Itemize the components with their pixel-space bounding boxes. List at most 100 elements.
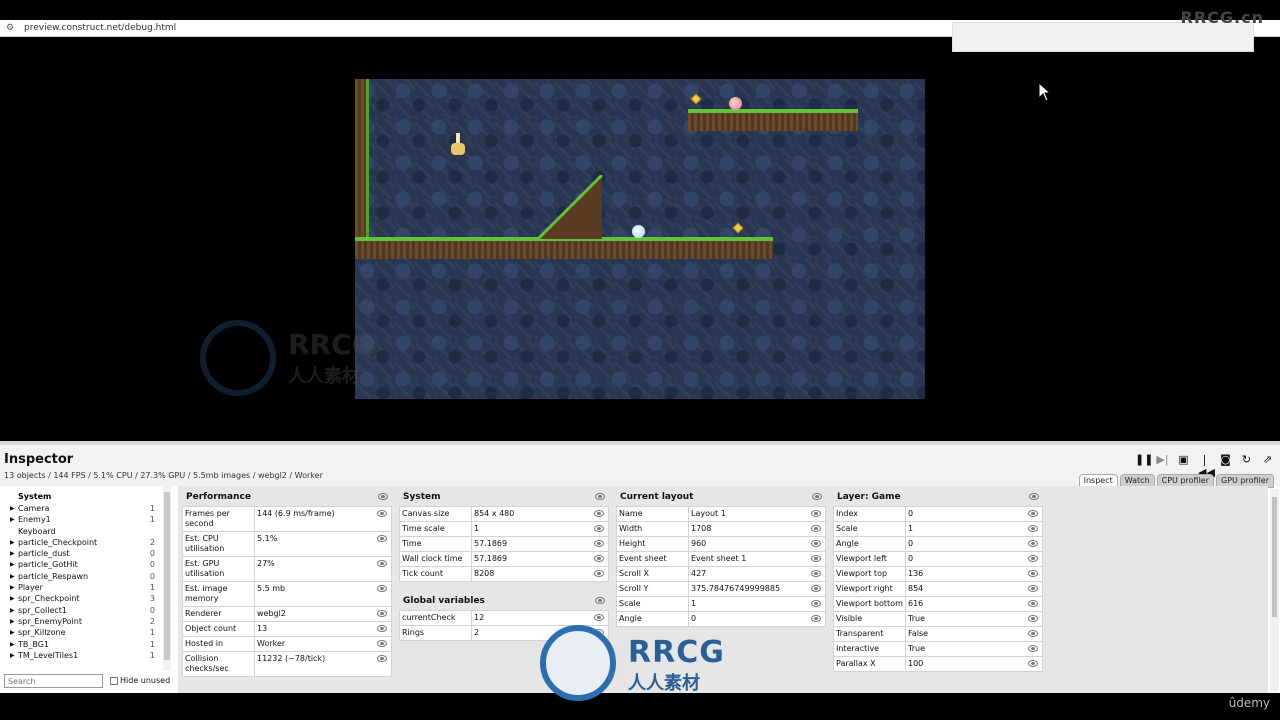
eye-icon[interactable]	[1028, 585, 1038, 593]
property-value[interactable]: 0	[905, 551, 1043, 567]
eye-icon[interactable]	[1028, 540, 1038, 548]
eye-icon[interactable]	[1028, 525, 1038, 533]
property-value[interactable]: 0	[905, 506, 1043, 522]
eye-icon[interactable]	[594, 510, 604, 518]
eye-icon[interactable]	[811, 525, 821, 533]
eye-icon[interactable]	[377, 655, 387, 663]
tree-item[interactable]: ▶ TM_LevelTiles1 1	[10, 650, 155, 661]
eye-icon[interactable]	[377, 585, 387, 593]
expand-arrow-icon[interactable]: ▶	[10, 559, 15, 570]
expand-arrow-icon[interactable]: ▶	[10, 571, 15, 582]
reload-icon[interactable]: ↻	[1240, 453, 1253, 466]
property-value[interactable]: 1	[471, 521, 609, 537]
property-value[interactable]: 616	[905, 596, 1043, 612]
eye-icon[interactable]	[378, 493, 388, 501]
eye-icon[interactable]	[594, 555, 604, 563]
tree-item[interactable]: ▶ Player 1	[10, 582, 155, 593]
eye-icon[interactable]	[1029, 493, 1039, 501]
expand-arrow-icon[interactable]: ▶	[10, 537, 15, 548]
tree-item[interactable]: ▶ spr_Killzone 1	[10, 627, 155, 638]
property-value[interactable]: 11232 (~78/tick)	[254, 651, 392, 677]
property-value[interactable]: 5.1%	[254, 531, 392, 557]
eye-icon[interactable]	[812, 493, 822, 501]
property-value[interactable]: 1	[905, 521, 1043, 537]
url-text[interactable]: preview.construct.net/debug.html	[24, 21, 176, 35]
tree-item[interactable]: ▶ spr_Checkpoint 3	[10, 593, 155, 604]
expand-arrow-icon[interactable]: ▶	[10, 627, 15, 638]
expand-arrow-icon[interactable]: ▶	[10, 548, 15, 559]
expand-arrow-icon[interactable]: ▶	[10, 639, 15, 650]
expand-arrow-icon[interactable]: ▶	[10, 650, 15, 661]
checkbox-icon[interactable]	[110, 676, 118, 685]
property-value[interactable]: 12	[471, 610, 609, 626]
property-value[interactable]: 375.78476749999885	[688, 581, 826, 597]
property-value[interactable]: 13	[254, 621, 392, 637]
properties-scrollbar[interactable]	[1270, 489, 1279, 692]
property-value[interactable]: 5.5 mb	[254, 581, 392, 607]
site-settings-icon[interactable]: ⚙	[6, 23, 16, 33]
tree-item[interactable]: ▶ Camera 1	[10, 503, 155, 514]
tree-item[interactable]: ▶ particle_Checkpoint 2	[10, 537, 155, 548]
eye-icon[interactable]	[594, 525, 604, 533]
tree-item[interactable]: ▶ Enemy1 1	[10, 514, 155, 525]
eye-icon[interactable]	[1028, 645, 1038, 653]
eye-icon[interactable]	[594, 614, 604, 622]
property-value[interactable]: 144 (6.9 ms/frame)	[254, 506, 392, 532]
property-value[interactable]: 57.1869	[471, 551, 609, 567]
restart-icon[interactable]: |◀◀	[1198, 453, 1215, 479]
eye-icon[interactable]	[811, 585, 821, 593]
eye-icon[interactable]	[595, 493, 605, 501]
property-value[interactable]: 100	[905, 656, 1043, 672]
eye-icon[interactable]	[377, 625, 387, 633]
eye-icon[interactable]	[811, 540, 821, 548]
eye-icon[interactable]	[1028, 600, 1038, 608]
expand-arrow-icon[interactable]: ▶	[10, 582, 15, 593]
property-value[interactable]: 8208	[471, 566, 609, 582]
tree-item[interactable]: ▶ spr_EnemyPoint 2	[10, 616, 155, 627]
property-value[interactable]: Event sheet 1	[688, 551, 826, 567]
eye-icon[interactable]	[1028, 570, 1038, 578]
expand-arrow-icon[interactable]: ▶	[10, 503, 15, 514]
eye-icon[interactable]	[811, 615, 821, 623]
property-value[interactable]: 136	[905, 566, 1043, 582]
expand-arrow-icon[interactable]: ▶	[10, 605, 15, 616]
game-canvas[interactable]	[355, 79, 925, 399]
property-value[interactable]: Layout 1	[688, 506, 826, 522]
hide-unused-checkbox[interactable]: Hide unused	[110, 676, 170, 685]
property-value[interactable]: False	[905, 626, 1043, 642]
search-input[interactable]	[4, 674, 103, 688]
eye-icon[interactable]	[377, 610, 387, 618]
property-value[interactable]: 960	[688, 536, 826, 552]
eye-icon[interactable]	[811, 600, 821, 608]
step-icon[interactable]: ▶|	[1156, 453, 1169, 466]
camera-icon[interactable]: ◙	[1219, 453, 1232, 466]
expand-arrow-icon[interactable]: ▶	[10, 514, 15, 525]
eye-icon[interactable]	[594, 540, 604, 548]
tree-scrollbar[interactable]	[163, 486, 171, 671]
eye-icon[interactable]	[1028, 615, 1038, 623]
property-value[interactable]: 1	[688, 596, 826, 612]
eye-icon[interactable]	[1028, 555, 1038, 563]
property-value[interactable]: webgl2	[254, 606, 392, 622]
save-icon[interactable]: ▣	[1177, 453, 1190, 466]
eye-icon[interactable]	[377, 535, 387, 543]
eye-icon[interactable]	[1028, 630, 1038, 638]
eye-icon[interactable]	[377, 640, 387, 648]
property-value[interactable]: True	[905, 611, 1043, 627]
pause-icon[interactable]: ❚❚	[1135, 453, 1153, 466]
tree-item-system[interactable]: System	[10, 492, 155, 503]
tree-item[interactable]: ▶ TB_BG1 1	[10, 639, 155, 650]
property-value[interactable]: 57.1869	[471, 536, 609, 552]
eye-icon[interactable]	[377, 510, 387, 518]
eye-icon[interactable]	[1028, 510, 1038, 518]
tree-item[interactable]: ▶ spr_Collect1 0	[10, 605, 155, 616]
eye-icon[interactable]	[811, 570, 821, 578]
property-value[interactable]: 854 x 480	[471, 506, 609, 522]
property-value[interactable]: 854	[905, 581, 1043, 597]
tree-item[interactable]: Keyboard	[10, 526, 155, 537]
eye-icon[interactable]	[811, 510, 821, 518]
expand-arrow-icon[interactable]: ▶	[10, 616, 15, 627]
property-value[interactable]: 427	[688, 566, 826, 582]
tree-item[interactable]: ▶ particle_Respawn 0	[10, 571, 155, 582]
property-value[interactable]: 1708	[688, 521, 826, 537]
